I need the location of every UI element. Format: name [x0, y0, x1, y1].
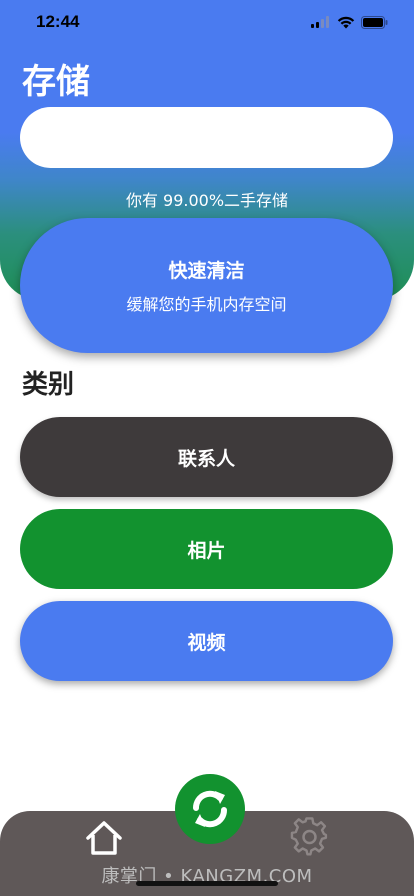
photos-label: 相片 — [187, 540, 226, 562]
status-time: 12:44 — [36, 12, 80, 31]
quick-clean-subtitle: 缓解您的手机内存空间 — [126, 297, 287, 314]
signal-icon — [311, 16, 329, 28]
tab-refresh[interactable] — [175, 774, 245, 844]
storage-progress-bar — [20, 107, 393, 168]
tab-home[interactable] — [82, 818, 126, 858]
categories-title: 类别 — [22, 370, 75, 400]
home-indicator — [136, 881, 278, 886]
status-icons — [311, 15, 388, 29]
tab-settings[interactable] — [288, 816, 332, 858]
refresh-icon — [192, 790, 228, 828]
wifi-icon — [337, 16, 355, 28]
page-title: 存储 — [22, 62, 90, 102]
gear-icon — [290, 817, 328, 856]
quick-clean-button[interactable]: 快速清洁 缓解您的手机内存空间 — [20, 218, 393, 353]
contacts-button[interactable]: 联系人 — [20, 417, 393, 497]
videos-button[interactable]: 视频 — [20, 601, 393, 681]
videos-label: 视频 — [187, 632, 226, 654]
screen: 12:44 存储 你有 99.00%二手存储 快速清洁 缓解您的手机内存空间 类… — [0, 0, 414, 896]
photos-button[interactable]: 相片 — [20, 509, 393, 589]
status-bar: 12:44 — [0, 0, 414, 44]
home-icon — [86, 821, 122, 855]
quick-clean-title: 快速清洁 — [168, 261, 245, 282]
storage-usage-text: 你有 99.00%二手存储 — [125, 191, 289, 210]
battery-icon — [361, 15, 388, 29]
contacts-label: 联系人 — [177, 448, 235, 470]
